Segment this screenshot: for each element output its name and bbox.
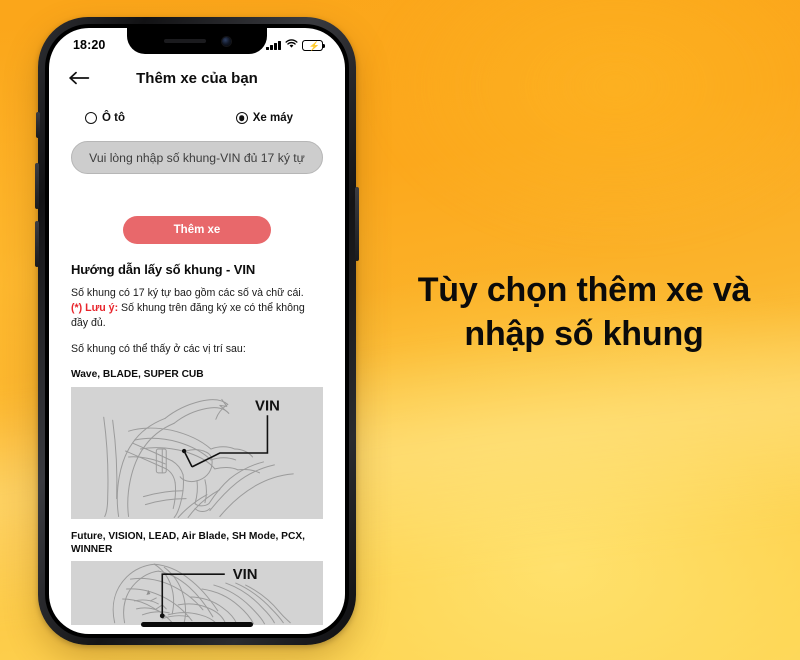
status-bar-icons: ⚡ <box>266 36 326 54</box>
status-bar-time: 18:20 <box>73 38 106 52</box>
back-arrow-icon[interactable] <box>67 66 91 90</box>
guide-note-label: (*) Lưu ý: <box>71 302 119 315</box>
guide-para-1: Số khung có 17 ký tự bao gồm các số và c… <box>71 287 304 299</box>
phone-screen: 18:20 ⚡ Thêm xe của bạn Ô tô Xe máy Vui … <box>49 28 345 634</box>
app-nav-bar: Thêm xe của bạn <box>49 58 345 98</box>
diagram-caption-wave: Wave, BLADE, SUPER CUB <box>71 369 204 381</box>
page-title: Thêm xe của bạn <box>136 69 258 87</box>
radio-label-car: Ô tô <box>102 112 125 124</box>
silent-switch-button[interactable] <box>36 112 40 138</box>
motorcycle-frame-diagram-wave: VIN <box>71 386 323 519</box>
volume-up-button[interactable] <box>35 163 39 209</box>
radio-circle-icon-car <box>85 112 97 124</box>
radio-label-motorbike: Xe máy <box>252 112 293 124</box>
vin-input[interactable]: Vui lòng nhập số khung-VIN đủ 17 ký tự <box>71 141 323 174</box>
guide-paragraph: Số khung có 17 ký tự bao gồm các số và c… <box>71 286 323 331</box>
radio-circle-icon-motorbike <box>235 112 248 124</box>
caption-text: Tùy chọn thêm xe và nhập số khung <box>382 268 786 356</box>
caption-line-2: nhập số khung <box>464 315 704 354</box>
battery-charging-icon: ⚡ <box>302 39 326 51</box>
status-bar: 18:20 ⚡ <box>49 28 345 58</box>
guide-positions-text: Số khung có thể thấy ở các vị trí sau: <box>71 343 246 356</box>
add-vehicle-button[interactable]: Thêm xe <box>123 216 271 244</box>
guide-heading: Hướng dẫn lấy số khung - VIN <box>71 262 256 277</box>
diagram-caption-future: Future, VISION, LEAD, Air Blade, SH Mode… <box>71 530 305 556</box>
diagram-block-future: Future, VISION, LEAD, Air Blade, SH Mode… <box>71 530 323 626</box>
screen-content: Ô tô Xe máy Vui lòng nhập số khung-VIN đ… <box>49 98 345 626</box>
caption-line-1: Tùy chọn thêm xe và <box>417 271 751 309</box>
svg-text:VIN: VIN <box>233 568 258 584</box>
phone-device-mockup: 18:20 ⚡ Thêm xe của bạn Ô tô Xe máy Vui … <box>35 17 359 645</box>
screenshot-canvas: 18:20 ⚡ Thêm xe của bạn Ô tô Xe máy Vui … <box>0 0 800 660</box>
home-indicator[interactable] <box>141 622 253 627</box>
radio-option-motorbike[interactable]: Xe máy <box>235 112 293 124</box>
signal-bars-icon <box>266 40 281 50</box>
volume-down-button[interactable] <box>35 221 39 267</box>
svg-text:VIN: VIN <box>255 398 280 414</box>
radio-option-car[interactable]: Ô tô <box>85 112 125 124</box>
motorcycle-frame-diagram-future: VIN <box>71 561 323 626</box>
vehicle-type-radio-group: Ô tô Xe máy <box>71 112 323 124</box>
diagram-block-wave: Wave, BLADE, SUPER CUB VIN <box>71 368 323 519</box>
power-button[interactable] <box>355 187 359 261</box>
wifi-icon <box>285 36 298 54</box>
vin-leader-line-wave <box>181 414 269 468</box>
